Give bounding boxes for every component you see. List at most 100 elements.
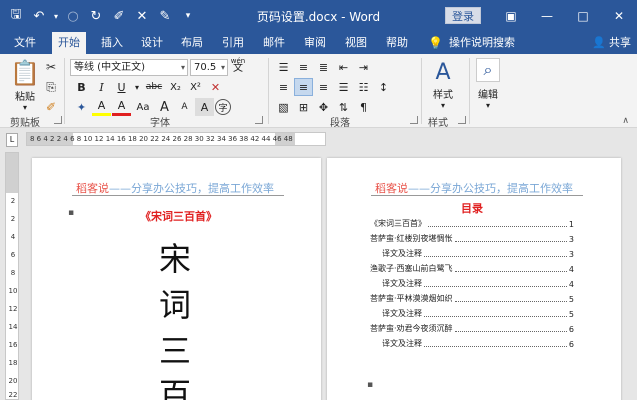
- collapse-ribbon-icon[interactable]: ∧: [622, 116, 629, 126]
- vertical-ruler[interactable]: 2 2 4 6 8 10 12 14 16 18 20 22: [5, 152, 19, 400]
- repeat-icon[interactable]: ↻: [86, 6, 106, 26]
- toc-entry[interactable]: 菩萨蛮·平林漠漠烟如织 5: [370, 293, 574, 304]
- toc-entry[interactable]: 菩萨蛮·红楼别夜堪惆怅 3: [370, 233, 574, 244]
- align-center-icon[interactable]: ≡: [294, 78, 313, 96]
- document-page-1[interactable]: 稻客说——分享办公技巧，提高工作效率 ▪ 《宋词三百首》 宋 词 三 百: [32, 158, 321, 400]
- tab-references[interactable]: 引用: [216, 32, 250, 54]
- tab-layout[interactable]: 布局: [175, 32, 209, 54]
- toc-entry-text: 菩萨蛮·平林漠漠烟如织: [370, 294, 453, 303]
- toc-entry[interactable]: 译文及注释 3: [382, 248, 574, 259]
- clipboard-icon: 📋: [10, 59, 40, 87]
- toc-page-number: 1: [568, 220, 574, 229]
- toc-entry[interactable]: 译文及注释 6: [382, 338, 574, 349]
- undo-icon[interactable]: ↶: [29, 6, 49, 26]
- maximize-icon[interactable]: □: [565, 0, 601, 32]
- paste-button[interactable]: 📋 粘贴 ▾: [8, 58, 42, 112]
- font-name-select[interactable]: 等线 (中文正文) ▾: [70, 59, 188, 76]
- toc-entry[interactable]: 渔歌子·西塞山前白鹭飞 4: [370, 263, 574, 274]
- align-left-icon[interactable]: ≡: [274, 78, 293, 96]
- increase-indent-icon[interactable]: ⇥: [354, 58, 373, 76]
- strikethrough-button[interactable]: abc: [143, 78, 165, 96]
- cut-icon[interactable]: ✂: [42, 58, 60, 76]
- justify-icon[interactable]: ☰: [334, 78, 353, 96]
- toc-page-number: 5: [568, 310, 574, 319]
- vruler-number: 2: [10, 215, 16, 223]
- tab-file[interactable]: 文件: [8, 32, 42, 54]
- styles-button[interactable]: A 样式 ▾: [428, 58, 458, 111]
- styles-launcher-icon[interactable]: [458, 116, 466, 124]
- vruler-number: 14: [8, 323, 18, 331]
- decrease-indent-icon[interactable]: ⇤: [334, 58, 353, 76]
- clear-all-formatting-icon[interactable]: ✕: [206, 78, 225, 96]
- tab-mailings[interactable]: 邮件: [257, 32, 291, 54]
- format-painter-icon[interactable]: ✐: [109, 6, 129, 26]
- group-separator: [268, 58, 269, 124]
- font-launcher-icon[interactable]: [255, 116, 263, 124]
- paragraph-row-2: ≡ ≡ ≡ ☰ ☷ ↕: [274, 78, 393, 96]
- tab-selector[interactable]: L: [6, 133, 18, 147]
- align-right-icon[interactable]: ≡: [314, 78, 333, 96]
- show-marks-icon[interactable]: ¶: [354, 98, 373, 116]
- tab-review[interactable]: 审阅: [298, 32, 332, 54]
- superscript-button[interactable]: X²: [186, 78, 205, 96]
- clipboard-launcher-icon[interactable]: [54, 116, 62, 124]
- paragraph-launcher-icon[interactable]: [410, 116, 418, 124]
- vruler-number: 16: [8, 341, 18, 349]
- styles-icon: A: [435, 59, 451, 85]
- editing-button[interactable]: ⌕ 编辑 ▾: [474, 58, 502, 110]
- minimize-icon[interactable]: —: [529, 0, 565, 32]
- login-button[interactable]: 登录: [445, 7, 481, 24]
- customize-icon[interactable]: ▾: [178, 6, 198, 26]
- tell-me-search[interactable]: 操作说明搜索: [443, 32, 521, 54]
- copy-icon[interactable]: ⎘: [42, 78, 60, 96]
- font-color-button[interactable]: A: [112, 98, 131, 116]
- save-icon[interactable]: 🖫: [6, 6, 26, 26]
- tab-home[interactable]: 开始: [52, 32, 86, 54]
- chevron-down-icon: ▾: [180, 63, 185, 72]
- tab-view[interactable]: 视图: [339, 32, 373, 54]
- character-shading-button[interactable]: A: [195, 98, 214, 116]
- distributed-icon[interactable]: ☷: [354, 78, 373, 96]
- paragraph-row-3: ▧ ⊞ ✥ ⇅ ¶: [274, 98, 373, 116]
- redo-icon[interactable]: ○: [63, 6, 83, 26]
- underline-dropdown-icon[interactable]: ▾: [132, 78, 142, 96]
- borders-icon[interactable]: ⊞: [294, 98, 313, 116]
- lightbulb-icon: 💡: [428, 36, 443, 50]
- tab-insert[interactable]: 插入: [95, 32, 129, 54]
- text-effects-icon[interactable]: ✦: [72, 98, 91, 116]
- undo-dropdown-icon[interactable]: ▾: [52, 6, 60, 26]
- window-controls: ▣ — □ ✕: [493, 0, 637, 32]
- clear-format-icon[interactable]: ✕: [132, 6, 152, 26]
- bold-button[interactable]: B: [72, 78, 91, 96]
- vruler-number: 22: [8, 391, 18, 399]
- italic-button[interactable]: I: [92, 78, 111, 96]
- horizontal-ruler[interactable]: 8 6 4 2 2 4 6 8 10 12 14 16 18 20 22 24 …: [26, 132, 326, 146]
- share-button[interactable]: 👤 共享: [592, 32, 631, 54]
- line-spacing-icon[interactable]: ↕: [374, 78, 393, 96]
- shrink-font-button[interactable]: A: [175, 98, 194, 116]
- underline-button[interactable]: U: [112, 78, 131, 96]
- bullets-icon[interactable]: ☰: [274, 58, 293, 76]
- ribbon-display-icon[interactable]: ▣: [493, 0, 529, 32]
- tab-help[interactable]: 帮助: [380, 32, 414, 54]
- toc-entry[interactable]: 《宋词三百首》 1: [370, 218, 574, 229]
- multilevel-list-icon[interactable]: ≣: [314, 58, 333, 76]
- vruler-number: 20: [8, 377, 18, 385]
- numbering-icon[interactable]: ≡: [294, 58, 313, 76]
- close-icon[interactable]: ✕: [601, 0, 637, 32]
- tab-design[interactable]: 设计: [135, 32, 169, 54]
- font-effect-icon[interactable]: ✎: [155, 6, 175, 26]
- toc-entry[interactable]: 译文及注释 4: [382, 278, 574, 289]
- enclose-characters-button[interactable]: 字: [215, 99, 231, 115]
- toc-entry-text: 《宋词三百首》: [370, 219, 426, 228]
- format-painter-brush-icon[interactable]: ✐: [42, 98, 60, 116]
- document-page-2[interactable]: 稻客说——分享办公技巧，提高工作效率 目录 ▪ 《宋词三百首》 1 菩萨蛮·红楼别夜…: [327, 158, 621, 400]
- font-size-select[interactable]: 70.5 ▾: [190, 59, 228, 76]
- subscript-button[interactable]: X₂: [166, 78, 185, 96]
- shading-icon[interactable]: ▧: [274, 98, 293, 116]
- share-label: 共享: [609, 36, 631, 49]
- toc-entry[interactable]: 菩萨蛮·劝君今夜须沉醉 6: [370, 323, 574, 334]
- phonetic-guide-button[interactable]: wén 文: [230, 57, 246, 74]
- toc-entry[interactable]: 译文及注释 5: [382, 308, 574, 319]
- highlight-button[interactable]: A: [92, 98, 111, 116]
